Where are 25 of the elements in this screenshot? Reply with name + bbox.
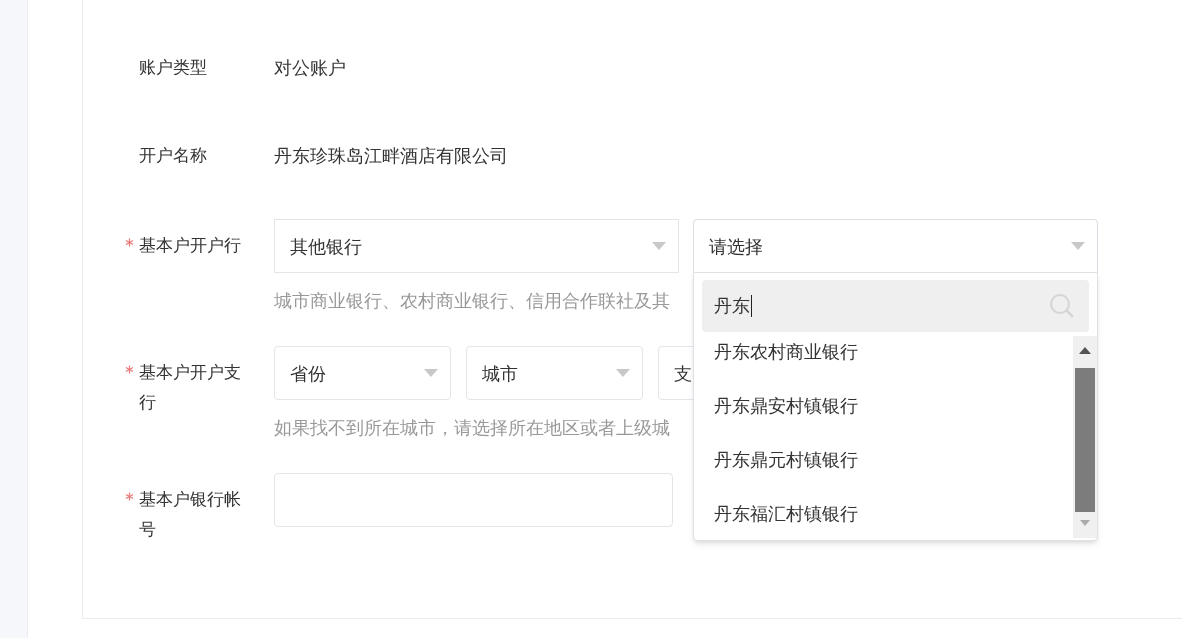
field-label: 账户类型	[139, 56, 208, 79]
select-field[interactable]: 省份	[274, 346, 451, 400]
select-field[interactable]: 城市	[466, 346, 643, 400]
hint-text: 城市商业银行、农村商业银行、信用合作联社及其	[274, 289, 670, 313]
select-field[interactable]: 请选择	[693, 219, 1098, 273]
dropdown-option[interactable]: 丹东农村商业银行	[694, 332, 1073, 378]
select-field[interactable]: 其他银行	[274, 219, 679, 273]
caret-down-icon	[652, 242, 666, 250]
input-field[interactable]	[274, 473, 673, 527]
search-icon	[1049, 293, 1075, 319]
scrollbar[interactable]	[1073, 336, 1097, 538]
caret-down-icon	[1071, 242, 1085, 250]
dropdown-option[interactable]: 丹东鼎安村镇银行	[694, 378, 1073, 432]
field-value: 对公账户	[274, 55, 346, 80]
field-label: 开户名称	[139, 144, 208, 167]
field-label: 基本户开户行	[139, 234, 242, 257]
dropdown-option[interactable]: 丹东鼎元村镇银行	[694, 432, 1073, 486]
dropdown-option[interactable]: 丹东福汇村镇银行	[694, 486, 1073, 540]
search-field[interactable]: 丹东	[702, 280, 1089, 332]
field-label: 基本户银行帐号	[139, 488, 242, 541]
caret-down-icon	[616, 369, 630, 377]
field-value: 丹东珍珠岛江畔酒店有限公司	[274, 143, 508, 168]
hint-text: 如果找不到所在城市，请选择所在地区或者上级城	[274, 416, 670, 440]
caret-down-icon	[424, 369, 438, 377]
field-label: 基本户开户支行	[139, 361, 242, 414]
